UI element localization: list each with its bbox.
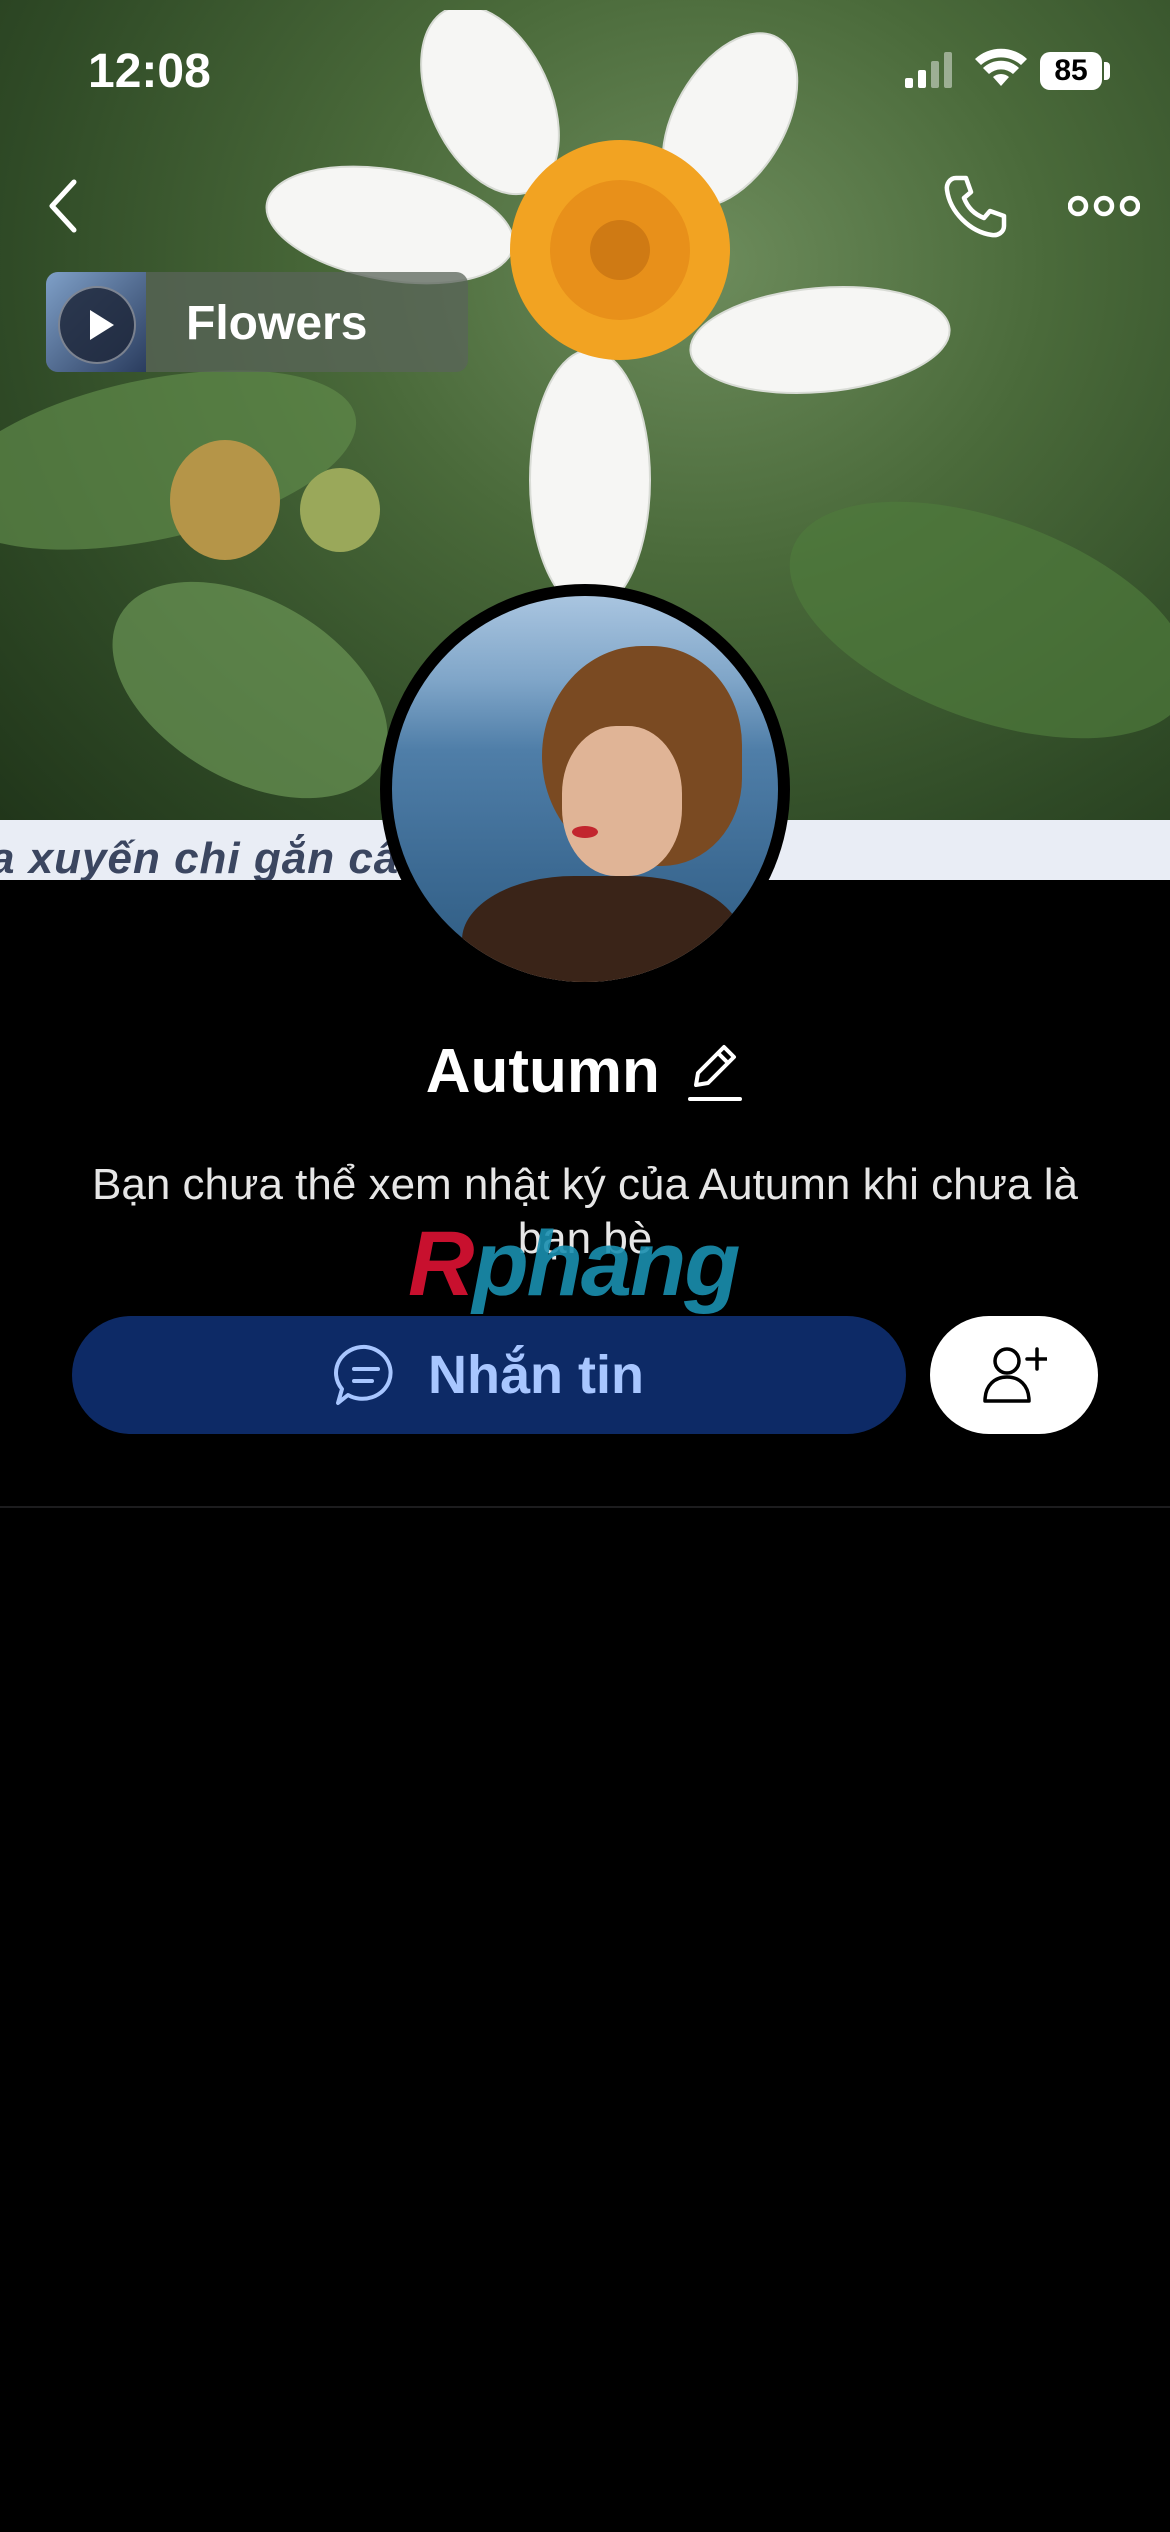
chat-bubble-icon [334, 1344, 393, 1405]
status-bar: 12:08 85 [0, 0, 1170, 150]
more-options-button[interactable] [1068, 186, 1140, 226]
avatar-ring [380, 584, 790, 994]
battery-indicator: 85 [1040, 52, 1102, 90]
section-divider [0, 1506, 1170, 1508]
avatar[interactable] [392, 596, 778, 982]
phone-icon [944, 175, 1007, 238]
profile-name-row: Autumn [0, 1036, 1170, 1107]
play-icon [90, 310, 114, 340]
music-thumbnail [46, 272, 146, 372]
profile-music-chip[interactable]: Flowers [46, 272, 468, 372]
avatar-face [562, 726, 682, 876]
play-button[interactable] [58, 286, 136, 364]
more-horizontal-icon [1068, 195, 1140, 217]
music-title: Flowers [186, 297, 368, 350]
battery-tip [1104, 62, 1110, 80]
add-friend-button[interactable] [930, 1316, 1098, 1434]
message-button[interactable]: Nhắn tin [72, 1316, 906, 1434]
avatar-top [462, 876, 742, 982]
flower-bud [170, 440, 380, 560]
profile-name: Autumn [425, 1037, 660, 1106]
privacy-notice: Bạn chưa thể xem nhật ký của Autumn khi … [92, 1160, 1078, 1263]
edit-name-button[interactable] [686, 1041, 744, 1103]
avatar-lips [572, 826, 598, 838]
call-button[interactable] [940, 172, 1010, 242]
chevron-left-icon [49, 179, 77, 233]
signal-icon [905, 52, 952, 88]
status-time: 12:08 [88, 45, 211, 98]
pencil-icon [688, 1044, 743, 1101]
back-button[interactable] [40, 176, 88, 236]
wifi-icon [975, 48, 1027, 86]
add-friend-icon [983, 1347, 1047, 1403]
message-button-label: Nhắn tin [428, 1345, 644, 1405]
